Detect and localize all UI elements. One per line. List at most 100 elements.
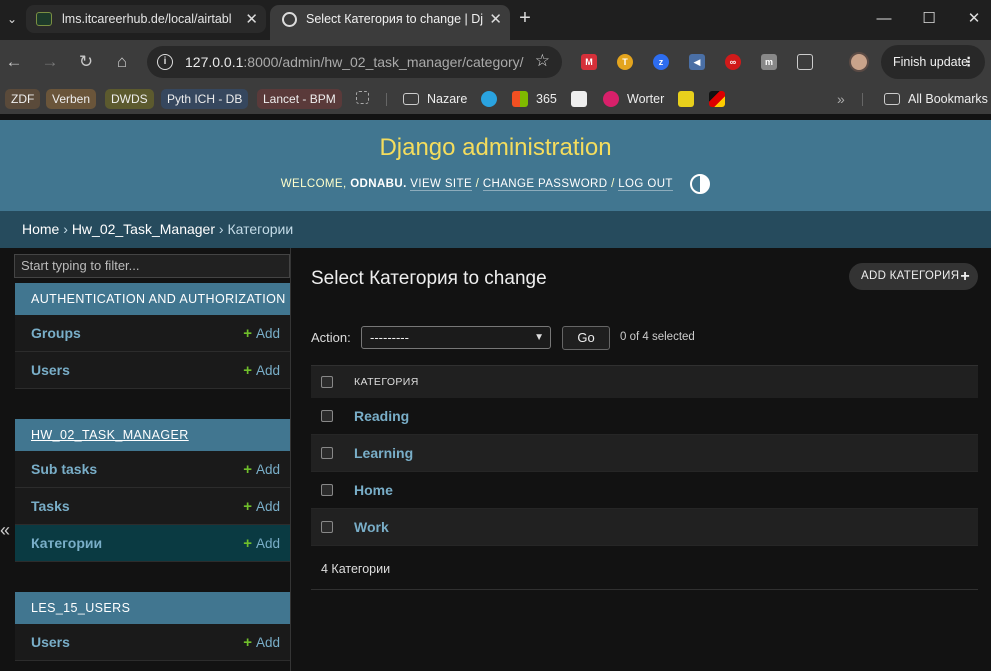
extension-icon[interactable]: m: [761, 54, 777, 70]
back-icon[interactable]: ←: [2, 50, 26, 74]
bookmark-zdf[interactable]: ZDF: [5, 89, 41, 109]
bookmark-de-flag[interactable]: [709, 89, 733, 109]
model-link[interactable]: Groups: [31, 315, 81, 352]
extension-icon[interactable]: ◀: [689, 54, 705, 70]
extensions-puzzle-icon[interactable]: [797, 54, 813, 70]
module-caption-auth[interactable]: AUTHENTICATION AND AUTHORIZATION: [15, 283, 290, 315]
module-caption-hw02[interactable]: HW_02_TASK_MANAGER: [15, 419, 290, 451]
flag-icon: [709, 91, 725, 107]
module-caption-les15[interactable]: LES_15_USERS: [15, 592, 290, 624]
bookmark-pyth-ich[interactable]: Pyth ICH - DB: [161, 89, 249, 109]
sidebar-item-users[interactable]: Users + Add: [15, 352, 290, 389]
paginator: 4 Категории: [311, 548, 978, 590]
add-link[interactable]: + Add: [243, 624, 280, 661]
sidebar-item-sub-tasks[interactable]: Sub tasks + Add: [15, 451, 290, 488]
bookmark-l[interactable]: [678, 89, 702, 109]
add-link[interactable]: + Add: [243, 352, 280, 389]
extension-icon[interactable]: T: [617, 54, 633, 70]
bookmark-star-icon[interactable]: ☆: [535, 51, 550, 71]
row-link[interactable]: Work: [354, 509, 389, 546]
row-link[interactable]: Learning: [354, 435, 413, 472]
chess-icon: [571, 91, 587, 107]
profile-avatar[interactable]: [849, 52, 869, 72]
extension-icon[interactable]: M: [581, 54, 597, 70]
reload-icon[interactable]: ↻: [74, 50, 98, 74]
bookmark-worter[interactable]: Worter: [603, 89, 664, 109]
action-select[interactable]: --------- ▼: [361, 326, 551, 349]
breadcrumb-app[interactable]: Hw_02_Task_Manager: [72, 221, 215, 237]
select-all-checkbox[interactable]: [321, 376, 333, 388]
add-link[interactable]: + Add: [243, 525, 280, 562]
tab-lms[interactable]: lms.itcareerhub.de/local/airtabl ✕: [26, 5, 266, 33]
row-checkbox[interactable]: [321, 521, 333, 533]
url-text[interactable]: 127.0.0.1:8000/admin/hw_02_task_manager/…: [185, 46, 524, 78]
bookmark-chess[interactable]: [571, 89, 595, 109]
view-site-link[interactable]: VIEW SITE: [410, 178, 473, 192]
apps-grid-icon[interactable]: [356, 89, 372, 109]
column-header-category[interactable]: КАТЕГОРИЯ: [354, 366, 419, 399]
home-icon[interactable]: ⌂: [110, 50, 134, 74]
chevron-down-icon: ▼: [534, 332, 544, 343]
add-link[interactable]: + Add: [243, 315, 280, 352]
bookmarks-bar: ZDF Verben DWDS Pyth ICH - DB Lancet - B…: [0, 84, 991, 114]
bookmark-365[interactable]: 365: [512, 89, 557, 109]
log-out-link[interactable]: LOG OUT: [618, 178, 673, 192]
new-tab-icon[interactable]: +: [514, 8, 536, 30]
model-link[interactable]: Users: [31, 352, 70, 389]
sidebar-item-groups[interactable]: Groups + Add: [15, 315, 290, 352]
close-icon[interactable]: ✕: [245, 5, 258, 33]
model-link[interactable]: Sub tasks: [31, 451, 97, 488]
model-link[interactable]: Категории: [31, 525, 102, 562]
finish-update-button[interactable]: Finish update ⋮: [881, 45, 985, 79]
bookmark-folder-nazare[interactable]: Nazare: [403, 89, 467, 109]
sidebar-item-les15-users[interactable]: Users + Add: [15, 624, 290, 661]
tab-search-icon[interactable]: ⌄: [4, 8, 20, 30]
all-bookmarks[interactable]: All Bookmarks: [884, 89, 988, 109]
maximize-icon[interactable]: ☐: [917, 8, 941, 30]
username: ODNABU.: [350, 178, 407, 191]
site-info-icon[interactable]: i: [157, 54, 173, 70]
forward-icon[interactable]: →: [38, 50, 62, 74]
row-link[interactable]: Reading: [354, 398, 409, 435]
change-password-link[interactable]: CHANGE PASSWORD: [482, 178, 608, 192]
breadcrumb-home[interactable]: Home: [22, 221, 59, 237]
bookmark-telegram[interactable]: [481, 89, 505, 109]
add-category-button[interactable]: ADD КАТЕГОРИЯ +: [849, 263, 978, 290]
bookmark-dwds[interactable]: DWDS: [105, 89, 154, 109]
row-checkbox[interactable]: [321, 410, 333, 422]
row-checkbox[interactable]: [321, 484, 333, 496]
window-close-icon[interactable]: ✕: [962, 8, 986, 30]
sidebar-item-categories[interactable]: Категории + Add: [15, 525, 290, 562]
collapse-sidebar-icon[interactable]: «: [0, 520, 12, 541]
bookmark-lancet[interactable]: Lancet - BPM: [257, 89, 342, 109]
model-link[interactable]: Tasks: [31, 488, 70, 525]
site-title[interactable]: Django administration: [0, 134, 991, 162]
tab-title: lms.itcareerhub.de/local/airtabl: [62, 12, 232, 26]
breadcrumb-current: Категории: [227, 221, 294, 237]
breadcrumb: Home › Hw_02_Task_Manager › Категории: [0, 211, 991, 248]
bookmark-separator: [386, 93, 387, 106]
go-button[interactable]: Go: [562, 326, 610, 350]
user-tools: WELCOME, ODNABU. VIEW SITE / CHANGE PASS…: [0, 174, 991, 194]
extension-icon[interactable]: ∞: [725, 54, 741, 70]
model-link[interactable]: Users: [31, 624, 70, 661]
extension-icon[interactable]: z: [653, 54, 669, 70]
nav-sidebar: Start typing to filter... « AUTHENTICATI…: [0, 248, 291, 671]
sidebar-item-tasks[interactable]: Tasks + Add: [15, 488, 290, 525]
row-checkbox[interactable]: [321, 447, 333, 459]
bookmarks-overflow-icon[interactable]: »: [837, 89, 845, 109]
bookmark-verben[interactable]: Verben: [46, 89, 97, 109]
row-link[interactable]: Home: [354, 472, 393, 509]
minimize-icon[interactable]: —: [872, 8, 896, 30]
plus-icon: +: [243, 535, 252, 552]
nav-filter-input[interactable]: Start typing to filter...: [14, 254, 290, 278]
add-link[interactable]: + Add: [243, 488, 280, 525]
address-bar[interactable]: i 127.0.0.1:8000/admin/hw_02_task_manage…: [147, 46, 562, 78]
selection-counter: 0 of 4 selected: [620, 331, 695, 343]
plus-icon: +: [243, 498, 252, 515]
tab-admin[interactable]: Select Категория to change | Dj ✕: [270, 5, 510, 40]
folder-icon: [884, 93, 900, 105]
close-icon[interactable]: ✕: [489, 5, 502, 34]
theme-toggle-icon[interactable]: [690, 174, 711, 194]
add-link[interactable]: + Add: [243, 451, 280, 488]
